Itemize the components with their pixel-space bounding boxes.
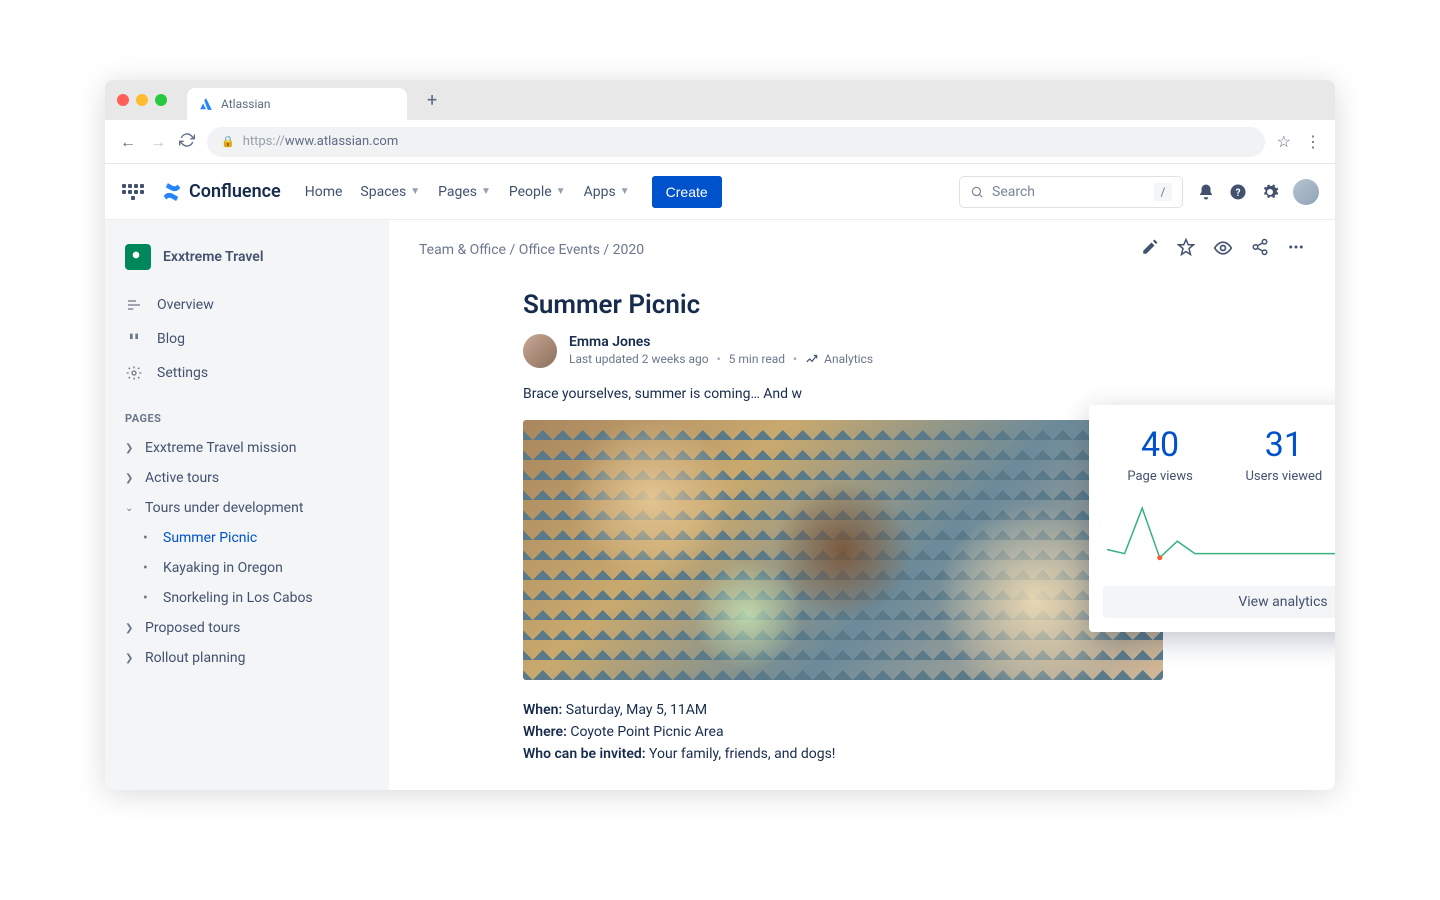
- tree-item-summer-picnic[interactable]: •Summer Picnic: [115, 523, 379, 553]
- browser-chrome: Atlassian + ← → 🔒 https://www.atlassian.…: [105, 80, 1335, 164]
- watch-icon[interactable]: [1213, 238, 1233, 262]
- main-content: Team & Office / Office Events / 2020 Sum…: [389, 220, 1335, 790]
- reload-button[interactable]: [179, 132, 195, 152]
- tree-item-snorkeling[interactable]: •Snorkeling in Los Cabos: [115, 583, 379, 613]
- svg-text:?: ?: [1236, 187, 1241, 198]
- who-label: Who can be invited:: [523, 746, 646, 762]
- back-button[interactable]: ←: [119, 132, 137, 152]
- breadcrumb[interactable]: Team & Office / Office Events / 2020: [419, 242, 644, 258]
- page-title: Summer Picnic: [523, 290, 1163, 320]
- tree-item-tours-dev[interactable]: ⌄Tours under development: [115, 493, 379, 523]
- settings-icon[interactable]: [1261, 183, 1279, 201]
- space-icon: [125, 244, 151, 270]
- chevron-down-icon: ▼: [410, 186, 420, 197]
- analytics-popover: 40 Page views 31 Users viewed 3 Comments…: [1089, 405, 1335, 632]
- help-icon[interactable]: ?: [1229, 183, 1247, 201]
- browser-tab[interactable]: Atlassian: [187, 88, 407, 120]
- profile-avatar[interactable]: [1293, 179, 1319, 205]
- sidebar-blog[interactable]: Blog: [115, 322, 379, 356]
- analytics-link[interactable]: Analytics: [805, 352, 873, 366]
- share-icon[interactable]: [1251, 238, 1269, 262]
- when-label: When:: [523, 702, 562, 718]
- create-button[interactable]: Create: [652, 176, 722, 208]
- pages-section-header: PAGES: [115, 390, 379, 433]
- app-header: Confluence Home Spaces▼ Pages▼ People▼ A…: [105, 164, 1335, 220]
- window-controls: [117, 94, 167, 106]
- nav-home[interactable]: Home: [301, 178, 347, 206]
- blog-icon: [125, 331, 143, 347]
- nav-apps[interactable]: Apps▼: [580, 178, 634, 206]
- who-value: Your family, friends, and dogs!: [646, 746, 836, 762]
- analytics-sparkline: 4: [1089, 492, 1335, 578]
- chevron-right-icon: ❯: [125, 653, 137, 664]
- close-window[interactable]: [117, 94, 129, 106]
- edit-icon[interactable]: [1141, 238, 1159, 262]
- nav-people[interactable]: People▼: [505, 178, 570, 206]
- sidebar: Exxtreme Travel Overview Blog Settings P…: [105, 220, 389, 790]
- browser-menu-icon[interactable]: ⋮: [1305, 132, 1321, 151]
- chevron-down-icon: ▼: [556, 186, 566, 197]
- star-icon[interactable]: [1177, 238, 1195, 262]
- when-value: Saturday, May 5, 11AM: [562, 702, 707, 718]
- tree-item-kayaking[interactable]: •Kayaking in Oregon: [115, 553, 379, 583]
- tab-title: Atlassian: [221, 97, 271, 111]
- search-shortcut: /: [1154, 183, 1172, 201]
- chevron-right-icon: ❯: [125, 623, 137, 634]
- chevron-down-icon: ⌄: [125, 503, 137, 514]
- intro-text: Brace yourselves, summer is coming… And …: [523, 386, 1163, 402]
- search-input[interactable]: Search /: [959, 176, 1183, 208]
- nav-pages[interactable]: Pages▼: [434, 178, 495, 206]
- gear-icon: [125, 365, 143, 381]
- last-updated: Last updated 2 weeks ago: [569, 352, 709, 366]
- sidebar-overview[interactable]: Overview: [115, 288, 379, 322]
- where-value: Coyote Point Picnic Area: [567, 724, 724, 740]
- sidebar-settings[interactable]: Settings: [115, 356, 379, 390]
- address-bar[interactable]: 🔒 https://www.atlassian.com: [207, 127, 1265, 157]
- tree-item-proposed[interactable]: ❯Proposed tours: [115, 613, 379, 643]
- minimize-window[interactable]: [136, 94, 148, 106]
- tree-item-mission[interactable]: ❯Exxtreme Travel mission: [115, 433, 379, 463]
- forward-button[interactable]: →: [149, 132, 167, 152]
- atlassian-icon: [199, 97, 213, 111]
- chevron-down-icon: ▼: [620, 186, 630, 197]
- stat-users-viewed: 31 Users viewed: [1246, 425, 1323, 484]
- hero-image: [523, 420, 1163, 680]
- app-switcher-icon[interactable]: [121, 180, 145, 204]
- stat-page-views: 40 Page views: [1127, 425, 1192, 484]
- author-name[interactable]: Emma Jones: [569, 334, 873, 350]
- new-tab-button[interactable]: +: [427, 90, 437, 111]
- more-icon[interactable]: [1287, 238, 1305, 262]
- tree-item-rollout[interactable]: ❯Rollout planning: [115, 643, 379, 673]
- confluence-logo[interactable]: Confluence: [161, 181, 281, 203]
- search-icon: [970, 185, 984, 199]
- where-label: Where:: [523, 724, 567, 740]
- chevron-down-icon: ▼: [481, 186, 491, 197]
- confluence-icon: [161, 181, 183, 203]
- notifications-icon[interactable]: [1197, 183, 1215, 201]
- bookmark-icon[interactable]: ☆: [1277, 132, 1291, 151]
- nav-spaces[interactable]: Spaces▼: [356, 178, 424, 206]
- space-header[interactable]: Exxtreme Travel: [115, 236, 379, 288]
- tree-item-active-tours[interactable]: ❯Active tours: [115, 463, 379, 493]
- maximize-window[interactable]: [155, 94, 167, 106]
- chevron-right-icon: ❯: [125, 473, 137, 484]
- analytics-icon: [805, 352, 819, 366]
- view-analytics-button[interactable]: View analytics: [1103, 586, 1335, 618]
- chevron-right-icon: ❯: [125, 443, 137, 454]
- overview-icon: [125, 297, 143, 313]
- lock-icon: 🔒: [221, 135, 235, 148]
- author-avatar[interactable]: [523, 334, 557, 368]
- read-time: 5 min read: [729, 352, 785, 366]
